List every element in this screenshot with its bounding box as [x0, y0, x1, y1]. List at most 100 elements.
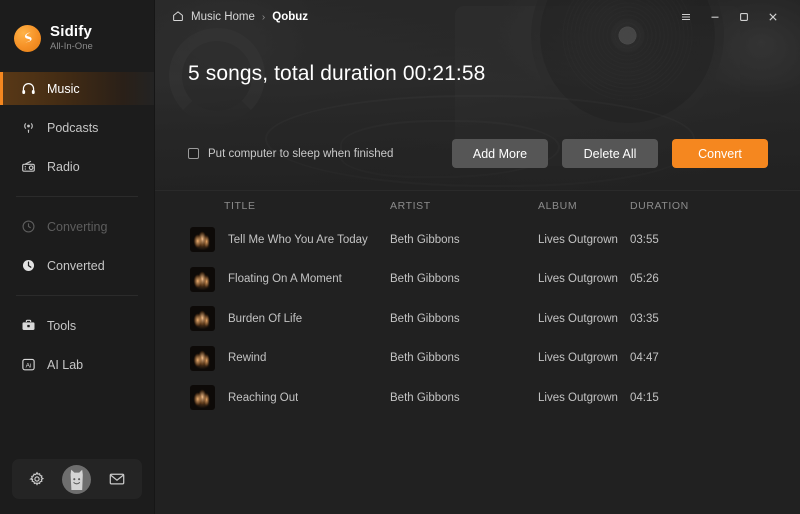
- hero-content: Music Home › Qobuz 5 songs, total durati…: [155, 0, 800, 190]
- song-album: Lives Outgrown: [538, 233, 618, 246]
- cell-title: Floating On A Moment: [190, 266, 390, 292]
- album-art-thumbnail: [190, 345, 215, 371]
- minimize-icon[interactable]: [702, 5, 728, 29]
- sleep-when-finished-option[interactable]: Put computer to sleep when finished: [188, 148, 393, 160]
- breadcrumb-home-label[interactable]: Music Home: [191, 11, 255, 23]
- sidebar-item-label: Converted: [47, 258, 105, 273]
- column-header-artist: ARTIST: [390, 199, 431, 212]
- sidebar-item-radio[interactable]: Radio: [0, 150, 154, 183]
- song-artist: Beth Gibbons: [390, 273, 460, 286]
- sleep-checkbox-label: Put computer to sleep when finished: [208, 147, 394, 160]
- breadcrumb-separator: ›: [261, 11, 266, 23]
- column-header-duration: DURATION: [630, 199, 689, 212]
- song-album: Lives Outgrown: [538, 391, 618, 404]
- sidify-bolt-logo-icon: [14, 24, 41, 52]
- sidebar-item-label: AI Lab: [47, 357, 84, 372]
- cell-title: Tell Me Who You Are Today: [190, 227, 390, 253]
- sidebar-item-ai-lab[interactable]: Ai AI Lab: [0, 348, 154, 381]
- sidebar-divider-1: [16, 196, 138, 197]
- app-brand: Sidify All-In-One: [0, 0, 154, 62]
- song-album: Lives Outgrown: [538, 312, 618, 325]
- sidebar-item-converting[interactable]: Converting: [0, 210, 154, 243]
- brand-tagline: All-In-One: [50, 41, 93, 53]
- table-row[interactable]: Reaching Out Beth Gibbons Lives Outgrown…: [155, 378, 800, 418]
- sidebar-item-label: Music: [47, 81, 80, 96]
- home-icon[interactable]: [172, 10, 184, 25]
- sidebar-item-tools[interactable]: Tools: [0, 309, 154, 342]
- sidebar-item-label: Converting: [47, 219, 108, 234]
- song-album: Lives Outgrown: [538, 352, 618, 365]
- song-artist: Beth Gibbons: [390, 391, 460, 404]
- song-title: Burden Of Life: [228, 312, 303, 325]
- converting-icon: [20, 219, 36, 235]
- table-row[interactable]: Rewind Beth Gibbons Lives Outgrown 04:47: [155, 339, 800, 379]
- gear-icon[interactable]: [28, 471, 45, 487]
- cell-title: Rewind: [190, 345, 390, 371]
- song-duration: 03:55: [630, 233, 659, 246]
- table-row[interactable]: Tell Me Who You Are Today Beth Gibbons L…: [155, 220, 800, 260]
- page-title: 5 songs, total duration 00:21:58: [188, 62, 486, 85]
- app-window: Sidify All-In-One Music Podcasts Radio C…: [0, 0, 800, 514]
- toolbox-icon: [20, 318, 36, 334]
- title-bar: Music Home › Qobuz: [155, 0, 800, 34]
- song-duration: 04:15: [630, 391, 659, 404]
- brand-name: Sidify: [50, 22, 93, 40]
- table-row[interactable]: Floating On A Moment Beth Gibbons Lives …: [155, 260, 800, 300]
- song-title: Tell Me Who You Are Today: [228, 233, 368, 246]
- bolt-glyph: [24, 32, 32, 43]
- sidebar-bottom-bar: [12, 459, 142, 499]
- window-controls: [673, 5, 786, 29]
- sleep-checkbox[interactable]: [188, 148, 199, 159]
- action-buttons: Add More Delete All Convert: [452, 139, 768, 168]
- hero-header: Music Home › Qobuz 5 songs, total durati…: [155, 0, 800, 190]
- avatar-cat-glyph: [71, 469, 84, 490]
- breadcrumb-current-label[interactable]: Qobuz: [272, 11, 308, 23]
- hero-actions: Put computer to sleep when finished Add …: [188, 139, 768, 168]
- svg-text:Ai: Ai: [25, 362, 31, 369]
- column-header-title: TITLE: [224, 199, 256, 212]
- sidebar: Sidify All-In-One Music Podcasts Radio C…: [0, 0, 155, 514]
- song-title: Floating On A Moment: [228, 273, 342, 286]
- cell-title: Reaching Out: [190, 385, 390, 411]
- main-content: Music Home › Qobuz 5 songs, total durati…: [155, 0, 800, 514]
- album-art-thumbnail: [190, 306, 215, 332]
- song-duration: 04:47: [630, 352, 659, 365]
- sidebar-item-podcasts[interactable]: Podcasts: [0, 111, 154, 144]
- song-artist: Beth Gibbons: [390, 352, 460, 365]
- sidebar-nav: Music Podcasts Radio Converting Converte…: [0, 72, 154, 387]
- column-header-album: ALBUM: [538, 199, 578, 212]
- album-art-thumbnail: [190, 266, 215, 292]
- mail-icon[interactable]: [109, 472, 125, 486]
- delete-all-button[interactable]: Delete All: [562, 139, 658, 168]
- song-artist: Beth Gibbons: [390, 233, 460, 246]
- song-artist: Beth Gibbons: [390, 312, 460, 325]
- close-icon[interactable]: [760, 5, 786, 29]
- table-header-row: TITLE ARTIST ALBUM DURATION: [155, 190, 800, 220]
- song-album: Lives Outgrown: [538, 273, 618, 286]
- album-art-thumbnail: [190, 385, 215, 411]
- add-more-button[interactable]: Add More: [452, 139, 548, 168]
- clock-icon: [20, 258, 36, 274]
- user-avatar[interactable]: [62, 464, 92, 494]
- sidebar-item-label: Radio: [47, 159, 80, 174]
- headphones-icon: [20, 81, 36, 97]
- hamburger-menu-icon[interactable]: [673, 5, 699, 29]
- sidebar-item-label: Tools: [47, 318, 77, 333]
- podcast-icon: [20, 120, 36, 136]
- convert-button[interactable]: Convert: [672, 139, 768, 168]
- sidebar-item-music[interactable]: Music: [0, 72, 154, 105]
- cell-title: Burden Of Life: [190, 306, 390, 332]
- song-title: Reaching Out: [228, 391, 299, 404]
- ai-lab-icon: Ai: [20, 357, 36, 373]
- album-art-thumbnail: [190, 227, 215, 253]
- sidebar-item-converted[interactable]: Converted: [0, 249, 154, 282]
- radio-icon: [20, 159, 36, 175]
- maximize-icon[interactable]: [731, 5, 757, 29]
- song-duration: 03:35: [630, 312, 659, 325]
- song-duration: 05:26: [630, 273, 659, 286]
- table-row[interactable]: Burden Of Life Beth Gibbons Lives Outgro…: [155, 299, 800, 339]
- song-title: Rewind: [228, 352, 267, 365]
- sidebar-divider-2: [16, 295, 138, 296]
- sidebar-item-label: Podcasts: [47, 120, 99, 135]
